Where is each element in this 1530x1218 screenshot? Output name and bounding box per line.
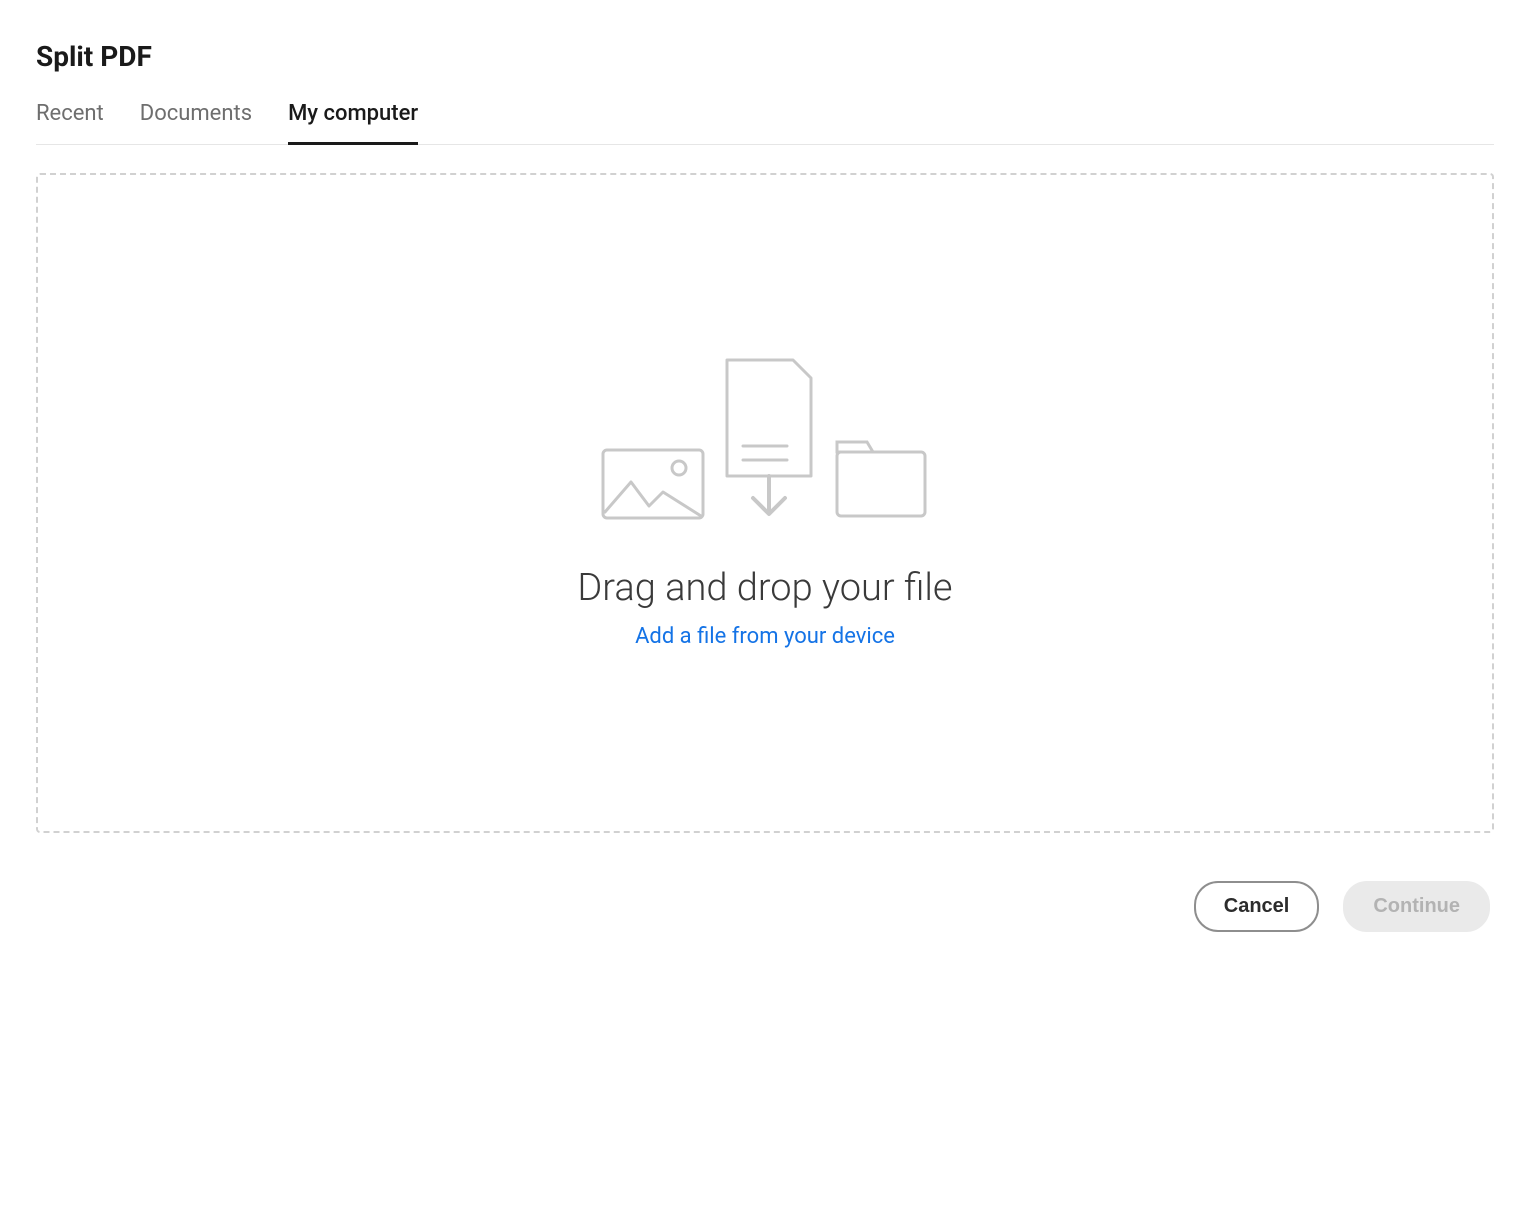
dropzone-heading: Drag and drop your file: [577, 566, 952, 610]
tabs: Recent Documents My computer: [36, 101, 1494, 145]
file-dropzone[interactable]: Drag and drop your file Add a file from …: [36, 173, 1494, 833]
continue-button: Continue: [1343, 881, 1490, 932]
page-title: Split PDF: [36, 40, 1494, 73]
footer-actions: Cancel Continue: [36, 881, 1494, 932]
image-file-icon: [601, 448, 705, 520]
folder-icon: [833, 438, 929, 520]
dropzone-icons: [601, 358, 929, 520]
cancel-button[interactable]: Cancel: [1194, 881, 1320, 932]
tab-recent[interactable]: Recent: [36, 101, 104, 144]
document-download-icon: [719, 358, 819, 520]
tab-my-computer[interactable]: My computer: [288, 101, 418, 144]
add-file-link[interactable]: Add a file from your device: [635, 624, 895, 649]
tab-documents[interactable]: Documents: [140, 101, 252, 144]
